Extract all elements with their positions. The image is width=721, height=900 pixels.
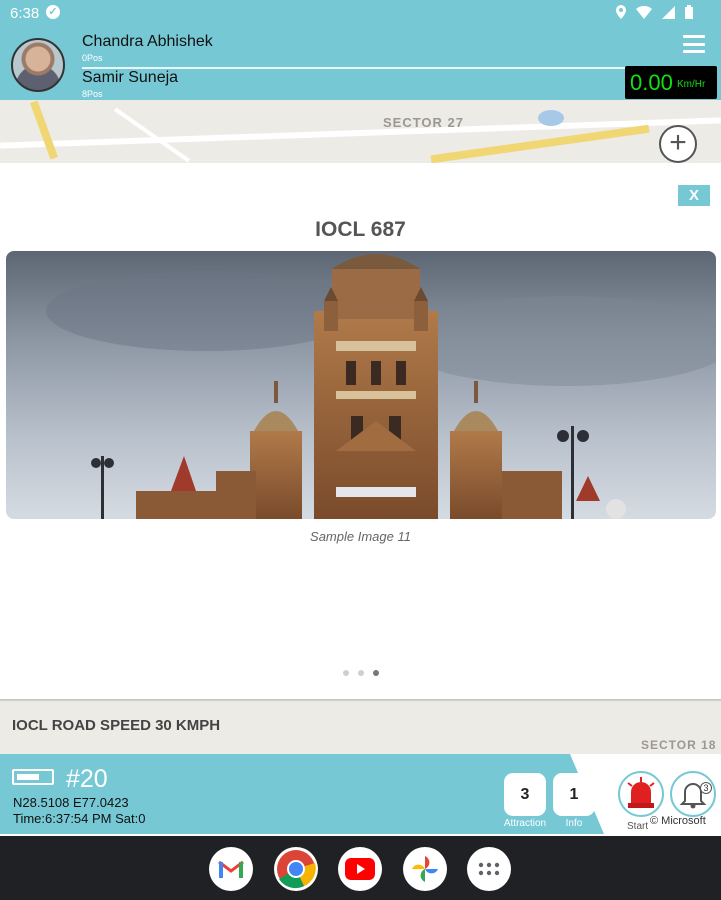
poi-photo[interactable] — [6, 251, 716, 519]
status-bar: 6:38 ✓ — [0, 0, 721, 27]
driver2-position: 8Pos — [82, 89, 103, 99]
photo-caption: Sample Image 11 — [310, 529, 411, 544]
battery-icon — [685, 5, 693, 19]
start-alarm-button[interactable] — [618, 771, 664, 817]
building-illustration — [46, 254, 716, 519]
bell-icon — [679, 783, 707, 809]
siren-icon — [627, 777, 655, 808]
driver1-position: 0Pos — [82, 53, 103, 63]
gps-coordinates: N28.5108 E77.0423 — [13, 795, 129, 810]
check-icon: ✓ — [46, 5, 60, 19]
modal-title: IOCL 687 — [315, 218, 406, 241]
poi-detail-modal: X IOCL 687 Sample Image 11 — [0, 163, 721, 699]
map-road — [113, 107, 191, 163]
avatar[interactable] — [11, 38, 65, 92]
speedometer: 0.00 Km/Hr — [625, 66, 717, 99]
carousel-dots[interactable] — [0, 670, 721, 676]
road-speed-label: IOCL ROAD SPEED 30 KMPH — [12, 717, 221, 734]
carousel-dot[interactable] — [357, 670, 364, 676]
hamburger-menu-icon[interactable] — [683, 35, 705, 53]
app-drawer-icon — [478, 862, 500, 876]
info-label: Info — [565, 818, 583, 829]
zoom-in-button[interactable]: + — [659, 125, 697, 163]
speed-value: 0.00 — [630, 70, 673, 95]
driver1-name: Chandra Abhishek — [82, 33, 213, 50]
app-drawer[interactable] — [467, 847, 511, 891]
map-label-sector-27: SECTOR 27 — [383, 115, 465, 130]
carousel-dot-active[interactable] — [372, 670, 379, 676]
attraction-count-button[interactable]: 3 — [504, 773, 546, 816]
system-icons — [616, 5, 693, 19]
chrome-app[interactable] — [274, 847, 318, 891]
youtube-icon — [345, 858, 375, 880]
driver2-name: Samir Suneja — [82, 69, 179, 86]
gmail-icon — [218, 860, 244, 878]
map-attribution: © Microsoft — [650, 815, 706, 827]
info-count: 1 — [569, 786, 579, 803]
notifications-button[interactable] — [670, 771, 716, 817]
close-button[interactable]: X — [678, 185, 710, 206]
map-water — [538, 110, 564, 126]
gps-time: Time:6:37:54 PM Sat:0 — [13, 811, 146, 826]
map-road-major — [29, 100, 59, 160]
photos-app[interactable] — [403, 847, 447, 891]
status-time: 6:38 — [10, 5, 40, 22]
attraction-label: Attraction — [503, 818, 547, 829]
start-label: Start — [627, 821, 649, 832]
carousel-dot[interactable] — [342, 670, 349, 676]
gmail-app[interactable] — [209, 847, 253, 891]
attraction-count: 3 — [520, 786, 530, 803]
notification-badge: 3 — [700, 782, 712, 794]
photos-icon — [412, 856, 438, 882]
app-header: Chandra Abhishek 0Pos Samir Suneja 8Pos … — [0, 27, 721, 100]
wifi-icon — [636, 5, 652, 19]
info-count-button[interactable]: 1 — [553, 773, 595, 816]
location-icon — [616, 5, 626, 19]
modal-shadow — [0, 699, 721, 702]
youtube-app[interactable] — [338, 847, 382, 891]
vehicle-number: #20 — [66, 765, 108, 793]
bus-icon — [12, 769, 54, 785]
map-label-sector-18: SECTOR 18 — [641, 738, 717, 752]
signal-icon — [662, 5, 675, 19]
chrome-icon — [277, 850, 316, 889]
speed-unit: Km/Hr — [677, 79, 706, 90]
